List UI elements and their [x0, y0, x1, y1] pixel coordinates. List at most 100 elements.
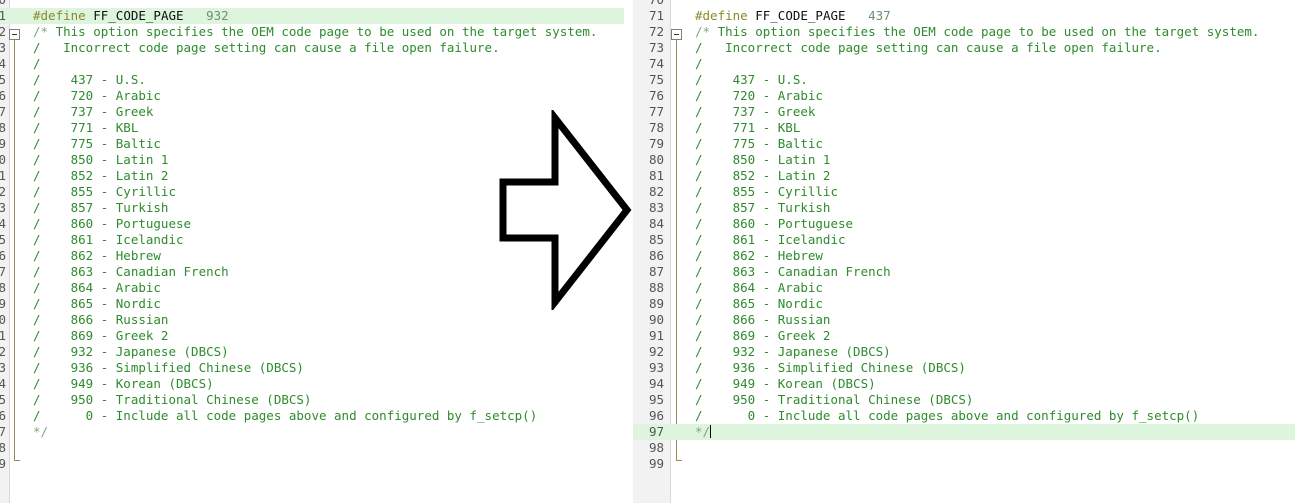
line-number: 76: [648, 88, 664, 103]
code-line[interactable]: 80 / 850 - Latin 1: [0, 152, 624, 168]
code-line[interactable]: 95 / 950 - Traditional Chinese (DBCS): [633, 392, 1295, 408]
code-line[interactable]: 94 / 949 - Korean (DBCS): [0, 376, 624, 392]
right-code-pane[interactable]: 7071 #define FF_CODE_PAGE 437 72 /* This op…: [633, 0, 1295, 503]
code-line[interactable]: 93 / 936 - Simplified Chinese (DBCS): [633, 360, 1295, 376]
code-line[interactable]: 73 / Incorrect code page setting can caus…: [0, 40, 624, 56]
code-line[interactable]: 80 / 850 - Latin 1: [633, 152, 1295, 168]
line-number: 80: [0, 152, 6, 167]
code-line[interactable]: 96 / 0 - Include all code pages above and…: [633, 408, 1295, 424]
line-number: 77: [0, 104, 6, 119]
line-number: 70: [633, 0, 664, 8]
line-content: /* This option specifies the OEM code pa…: [695, 24, 1260, 39]
code-line[interactable]: 70: [633, 0, 1295, 8]
line-content: / 857 - Turkish: [33, 200, 169, 215]
line-number: 98: [648, 440, 664, 455]
code-line[interactable]: 75 / 437 - U.S.: [0, 72, 624, 88]
code-line[interactable]: 81 / 852 - Latin 2: [0, 168, 624, 184]
code-line[interactable]: 85 / 861 - Icelandic: [633, 232, 1295, 248]
code-line[interactable]: 89 / 865 - Nordic: [633, 296, 1295, 312]
line-number: 81: [0, 168, 6, 183]
code-line[interactable]: 77 / 737 - Greek: [633, 104, 1295, 120]
line-content: / 864 - Arabic: [33, 280, 161, 295]
code-line[interactable]: 86 / 862 - Hebrew: [633, 248, 1295, 264]
code-line[interactable]: 83 / 857 - Turkish: [0, 200, 624, 216]
line-number: 90: [0, 312, 6, 327]
code-line[interactable]: 90 / 866 - Russian: [633, 312, 1295, 328]
line-number: 95: [0, 392, 6, 407]
code-line[interactable]: 82 / 855 - Cyrillic: [0, 184, 624, 200]
code-line[interactable]: 88 / 864 - Arabic: [633, 280, 1295, 296]
code-line[interactable]: 90 / 866 - Russian: [0, 312, 624, 328]
code-line[interactable]: 78 / 771 - KBL: [633, 120, 1295, 136]
code-line[interactable]: 81 / 852 - Latin 2: [633, 168, 1295, 184]
code-line[interactable]: 95 / 950 - Traditional Chinese (DBCS): [0, 392, 624, 408]
code-line[interactable]: 92 / 932 - Japanese (DBCS): [633, 344, 1295, 360]
code-line[interactable]: 98: [0, 440, 624, 456]
code-line[interactable]: 72 /* This option specifies the OEM code …: [0, 24, 624, 40]
line-number: 94: [0, 376, 6, 391]
code-line[interactable]: 71 #define FF_CODE_PAGE 932: [0, 8, 624, 24]
code-line[interactable]: 72 /* This option specifies the OEM code …: [633, 24, 1295, 40]
code-line[interactable]: 75 / 437 - U.S.: [633, 72, 1295, 88]
code-line[interactable]: 74 /: [0, 56, 624, 72]
line-content: #define FF_CODE_PAGE 932: [33, 8, 229, 24]
code-line[interactable]: 71 #define FF_CODE_PAGE 437: [633, 8, 1295, 24]
line-content: /* This option specifies the OEM code pa…: [33, 24, 598, 39]
code-line[interactable]: 79 / 775 - Baltic: [633, 136, 1295, 152]
code-line[interactable]: 89 / 865 - Nordic: [0, 296, 624, 312]
code-line[interactable]: 91 / 869 - Greek 2: [633, 328, 1295, 344]
line-number: 92: [0, 344, 6, 359]
code-line[interactable]: 76 / 720 - Arabic: [633, 88, 1295, 104]
line-number: 76: [0, 88, 6, 103]
code-line[interactable]: 97 */: [633, 424, 1295, 440]
line-number: 75: [0, 72, 6, 87]
code-line[interactable]: 74 /: [633, 56, 1295, 72]
line-number: 81: [648, 168, 664, 183]
line-number: 72: [0, 24, 6, 39]
code-line[interactable]: 87 / 863 - Canadian French: [633, 264, 1295, 280]
line-content: / 932 - Japanese (DBCS): [695, 344, 891, 359]
code-line[interactable]: 99: [633, 456, 1295, 472]
line-content: / 936 - Simplified Chinese (DBCS): [33, 360, 304, 375]
code-line[interactable]: 88 / 864 - Arabic: [0, 280, 624, 296]
code-line[interactable]: 99: [0, 456, 624, 472]
code-line[interactable]: 77 / 737 - Greek: [0, 104, 624, 120]
line-number: 74: [0, 56, 6, 71]
code-line[interactable]: 98: [633, 440, 1295, 456]
code-line[interactable]: 85 / 861 - Icelandic: [0, 232, 624, 248]
code-diff-view: 7071#define FF_CODE_PAGE 93272/* This op…: [0, 0, 1295, 503]
line-content: / 949 - Korean (DBCS): [33, 376, 214, 391]
code-line[interactable]: 82 / 855 - Cyrillic: [633, 184, 1295, 200]
code-line[interactable]: 84 / 860 - Portuguese: [633, 216, 1295, 232]
code-line[interactable]: 73 / Incorrect code page setting can caus…: [633, 40, 1295, 56]
line-content: #define FF_CODE_PAGE 437: [695, 8, 891, 24]
line-content: / 866 - Russian: [695, 312, 831, 327]
code-line[interactable]: 92 / 932 - Japanese (DBCS): [0, 344, 624, 360]
code-line[interactable]: 70: [0, 0, 624, 8]
macro-name: FF_CODE_PAGE: [93, 8, 184, 23]
line-number: 79: [648, 136, 664, 151]
code-line[interactable]: 97 */: [0, 424, 624, 440]
line-number: 98: [0, 440, 6, 455]
left-code-pane[interactable]: 7071 #define FF_CODE_PAGE 932 72 /* This op…: [0, 0, 624, 503]
line-number: 78: [0, 120, 6, 135]
line-number: 89: [0, 296, 6, 311]
code-line[interactable]: 84 / 860 - Portuguese: [0, 216, 624, 232]
line-content: / 0 - Include all code pages above and c…: [33, 408, 538, 423]
line-number: 77: [648, 104, 664, 119]
code-line[interactable]: 87 / 863 - Canadian French: [0, 264, 624, 280]
code-line[interactable]: 79 / 775 - Baltic: [0, 136, 624, 152]
line-number: 93: [648, 360, 664, 375]
code-line[interactable]: 96 / 0 - Include all code pages above and…: [0, 408, 624, 424]
line-number: 83: [0, 200, 6, 215]
code-line[interactable]: 86 / 862 - Hebrew: [0, 248, 624, 264]
code-line[interactable]: 76 / 720 - Arabic: [0, 88, 624, 104]
line-content: / 737 - Greek: [33, 104, 154, 119]
code-line[interactable]: 91 / 869 - Greek 2: [0, 328, 624, 344]
line-content: / 936 - Simplified Chinese (DBCS): [695, 360, 966, 375]
code-line[interactable]: 94 / 949 - Korean (DBCS): [633, 376, 1295, 392]
code-line[interactable]: 93 / 936 - Simplified Chinese (DBCS): [0, 360, 624, 376]
code-line[interactable]: 78 / 771 - KBL: [0, 120, 624, 136]
line-content: */: [33, 424, 49, 439]
code-line[interactable]: 83 / 857 - Turkish: [633, 200, 1295, 216]
